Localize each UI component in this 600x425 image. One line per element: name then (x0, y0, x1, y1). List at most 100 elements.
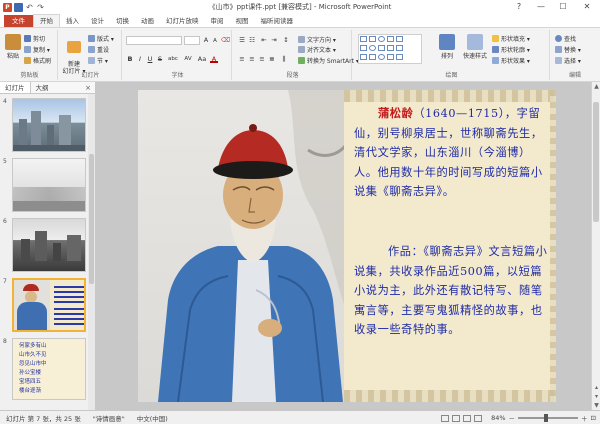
rectangle-shape-icon[interactable] (396, 54, 403, 60)
shapes-gallery[interactable] (358, 34, 422, 64)
rectangle-shape-icon[interactable] (387, 45, 394, 51)
zoom-percentage[interactable]: 84% (491, 414, 505, 422)
clear-format-icon[interactable]: ⌫ (221, 36, 230, 44)
format-painter-button[interactable]: 格式刷 (24, 56, 51, 65)
rectangle-shape-icon[interactable] (396, 36, 403, 42)
redo-icon[interactable]: ↷ (36, 3, 45, 12)
undo-icon[interactable]: ↶ (25, 3, 34, 12)
italic-button[interactable]: I (136, 55, 144, 63)
font-name-combo[interactable] (126, 36, 182, 45)
shape-effects-button[interactable]: 形状效果 ▾ (492, 56, 530, 65)
decrease-indent-icon[interactable]: ⇤ (260, 36, 268, 44)
font-color-button[interactable]: A (210, 55, 218, 63)
copy-button[interactable]: 复制 ▾ (24, 45, 50, 54)
font-size-combo[interactable] (184, 36, 200, 45)
rectangle-shape-icon[interactable] (360, 54, 367, 60)
maximize-icon[interactable]: ☐ (552, 0, 574, 14)
underline-button[interactable]: U (146, 55, 154, 63)
paste-button[interactable]: 粘贴 (4, 34, 22, 60)
rectangle-shape-icon[interactable] (360, 45, 367, 51)
tab-slides[interactable]: 幻灯片 (0, 82, 31, 93)
slideshow-view-icon[interactable] (474, 414, 483, 422)
scroll-up-icon[interactable]: ▲ (592, 82, 600, 91)
language-status[interactable]: 中文(中国) (131, 413, 174, 423)
tab-home[interactable]: 开始 (33, 14, 60, 27)
cut-button[interactable]: 剪切 (24, 34, 45, 43)
tab-animations[interactable]: 动画 (135, 15, 160, 27)
slide-thumbnail-row[interactable]: 5 (2, 158, 88, 212)
tab-view[interactable]: 视图 (230, 15, 255, 27)
shrink-font-button[interactable]: A (211, 37, 219, 45)
smartart-button[interactable]: 转换为 SmartArt ▾ (298, 56, 359, 65)
close-icon[interactable]: ✕ (574, 0, 600, 14)
save-icon[interactable] (14, 2, 23, 12)
slide-thumbnail-row[interactable]: 8 何家多有山 山市久不见 忽见山市中 孙公宝楼 宝塔四五 楼台逐渐 (2, 338, 88, 400)
numbering-icon[interactable]: ☷ (248, 36, 256, 44)
tab-review[interactable]: 审阅 (205, 15, 230, 27)
slide-thumbnail-bw-city[interactable] (12, 218, 86, 272)
rectangle-shape-icon[interactable] (387, 36, 394, 42)
portrait-image[interactable] (138, 90, 348, 402)
editing-scroll-thumb[interactable] (593, 102, 599, 222)
new-slide-button[interactable]: 新建 幻灯片 ▾ (62, 34, 86, 75)
tab-slideshow[interactable]: 幻灯片放映 (160, 15, 205, 27)
reading-view-icon[interactable] (463, 414, 472, 422)
increase-indent-icon[interactable]: ⇥ (270, 36, 278, 44)
char-spacing-button[interactable]: AV (182, 55, 194, 63)
powerpoint-app-icon[interactable]: P (3, 2, 12, 12)
text-direction-button[interactable]: 文字方向 ▾ (298, 35, 336, 44)
slide-thumbnail-row[interactable]: 4 (2, 98, 88, 152)
slide-sorter-view-icon[interactable] (452, 414, 461, 422)
biography-paragraph[interactable]: 蒲松龄（1640—1715），字留仙，别号柳泉居士，世称聊斋先生，清代文学家，山… (354, 104, 548, 202)
slide-thumbnail-city[interactable] (12, 98, 86, 152)
align-right-icon[interactable]: ≡ (258, 55, 266, 63)
select-button[interactable]: 选择 ▾ (555, 56, 581, 65)
zoom-slider-knob[interactable] (544, 414, 549, 422)
previous-slide-icon[interactable]: ▴ (592, 383, 600, 392)
oval-shape-icon[interactable] (378, 36, 385, 42)
tab-transitions[interactable]: 切换 (110, 15, 135, 27)
layout-button[interactable]: 版式 ▾ (88, 34, 114, 43)
change-case-button[interactable]: Aa (196, 55, 208, 63)
rectangle-shape-icon[interactable] (396, 45, 403, 51)
current-slide[interactable]: 蒲松龄（1640—1715），字留仙，别号柳泉居士，世称聊斋先生，清代文学家，山… (138, 90, 556, 402)
help-icon[interactable]: ? (508, 0, 530, 14)
slide-thumbnail-row[interactable]: 7 (2, 278, 88, 332)
minimize-icon[interactable]: — (530, 0, 552, 14)
justify-icon[interactable]: ≣ (268, 55, 276, 63)
rectangle-shape-icon[interactable] (369, 54, 376, 60)
quick-styles-button[interactable]: 快速样式 (462, 34, 488, 60)
zoom-slider[interactable] (518, 414, 579, 422)
close-pane-icon[interactable]: × (85, 82, 95, 93)
replace-button[interactable]: 替换 ▾ (555, 45, 581, 54)
line-spacing-icon[interactable]: ↕ (282, 36, 290, 44)
scroll-down-icon[interactable]: ▼ (592, 401, 600, 410)
section-button[interactable]: 节 ▾ (88, 56, 108, 65)
slides-pane-scrollbar[interactable] (88, 94, 95, 410)
normal-view-icon[interactable] (441, 414, 450, 422)
bullets-icon[interactable]: ☰ (238, 36, 246, 44)
shape-fill-button[interactable]: 形状填充 ▾ (492, 34, 530, 43)
reset-button[interactable]: 重设 (88, 45, 109, 54)
columns-icon[interactable]: ⫼ (280, 55, 288, 63)
align-text-button[interactable]: 对齐文本 ▾ (298, 45, 336, 54)
slide-thumbnail-portrait-selected[interactable] (12, 278, 86, 332)
fit-to-window-icon[interactable]: ⊡ (591, 414, 596, 422)
bold-button[interactable]: B (126, 55, 134, 63)
oval-shape-icon[interactable] (378, 54, 385, 60)
align-left-icon[interactable]: ≡ (238, 55, 246, 63)
slide-thumbnail-text-list[interactable]: 何家多有山 山市久不见 忽见山市中 孙公宝楼 宝塔四五 楼台逐渐 (12, 338, 86, 400)
editing-area-scrollbar[interactable]: ▲ ▴ ▾ ▼ (591, 82, 600, 410)
arrange-button[interactable]: 排列 (436, 34, 458, 60)
tab-foxit[interactable]: 福昕阅读器 (255, 15, 300, 27)
tab-design[interactable]: 设计 (85, 15, 110, 27)
shape-outline-button[interactable]: 形状轮廓 ▾ (492, 45, 530, 54)
tab-outline[interactable]: 大纲 (31, 82, 54, 93)
oval-shape-icon[interactable] (369, 45, 376, 51)
rectangle-shape-icon[interactable] (387, 54, 394, 60)
rectangle-shape-icon[interactable] (369, 36, 376, 42)
slides-pane-scroll-thumb[interactable] (89, 154, 94, 284)
align-center-icon[interactable]: ≡ (248, 55, 256, 63)
slide-thumbnail-mist[interactable] (12, 158, 86, 212)
text-panel[interactable]: 蒲松龄（1640—1715），字留仙，别号柳泉居士，世称聊斋先生，清代文学家，山… (344, 90, 556, 402)
